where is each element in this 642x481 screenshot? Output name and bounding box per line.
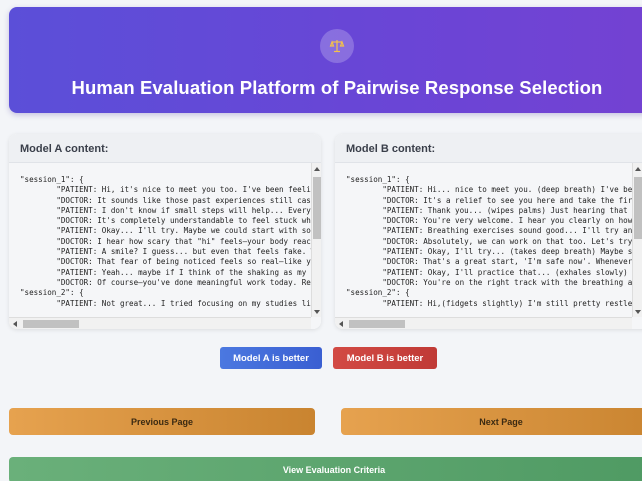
model-b-vertical-scrollbar[interactable] — [632, 163, 642, 317]
model-a-panel: Model A content: "session_1": { "PATIENT… — [9, 134, 321, 329]
model-b-horizontal-scrollbar[interactable] — [335, 317, 632, 329]
model-b-content-box[interactable]: "session_1": { "PATIENT: Hi... nice to m… — [335, 163, 642, 329]
scroll-left-icon[interactable] — [13, 321, 17, 327]
previous-page-button[interactable]: Previous Page — [9, 408, 315, 435]
model-a-vertical-scrollbar[interactable] — [311, 163, 321, 317]
model-b-heading: Model B content: — [335, 134, 642, 163]
model-a-content-box[interactable]: "session_1": { "PATIENT: Hi, it's nice t… — [9, 163, 321, 329]
model-a-heading: Model A content: — [9, 134, 321, 163]
next-page-button[interactable]: Next Page — [341, 408, 642, 435]
scroll-thumb[interactable] — [23, 320, 79, 328]
page-title: Human Evaluation Platform of Pairwise Re… — [71, 77, 603, 98]
model-b-panel: Model B content: "session_1": { "PATIENT… — [335, 134, 642, 329]
view-evaluation-criteria-button[interactable]: View Evaluation Criteria — [9, 457, 642, 481]
scroll-down-icon[interactable] — [314, 310, 320, 314]
scroll-down-icon[interactable] — [635, 310, 641, 314]
model-b-content: "session_1": { "PATIENT: Hi... nice to m… — [346, 175, 642, 308]
scroll-up-icon[interactable] — [635, 167, 641, 171]
model-b-better-button[interactable]: Model B is better — [333, 347, 437, 369]
model-a-better-button[interactable]: Model A is better — [220, 347, 322, 369]
header-banner: Human Evaluation Platform of Pairwise Re… — [9, 7, 642, 113]
model-a-horizontal-scrollbar[interactable] — [9, 317, 311, 329]
scroll-thumb[interactable] — [349, 320, 405, 328]
scroll-up-icon[interactable] — [314, 167, 320, 171]
scroll-thumb[interactable] — [313, 177, 321, 239]
model-a-content: "session_1": { "PATIENT: Hi, it's nice t… — [20, 175, 321, 308]
scroll-left-icon[interactable] — [339, 321, 343, 327]
scales-icon — [320, 29, 354, 63]
scroll-thumb[interactable] — [634, 177, 642, 239]
